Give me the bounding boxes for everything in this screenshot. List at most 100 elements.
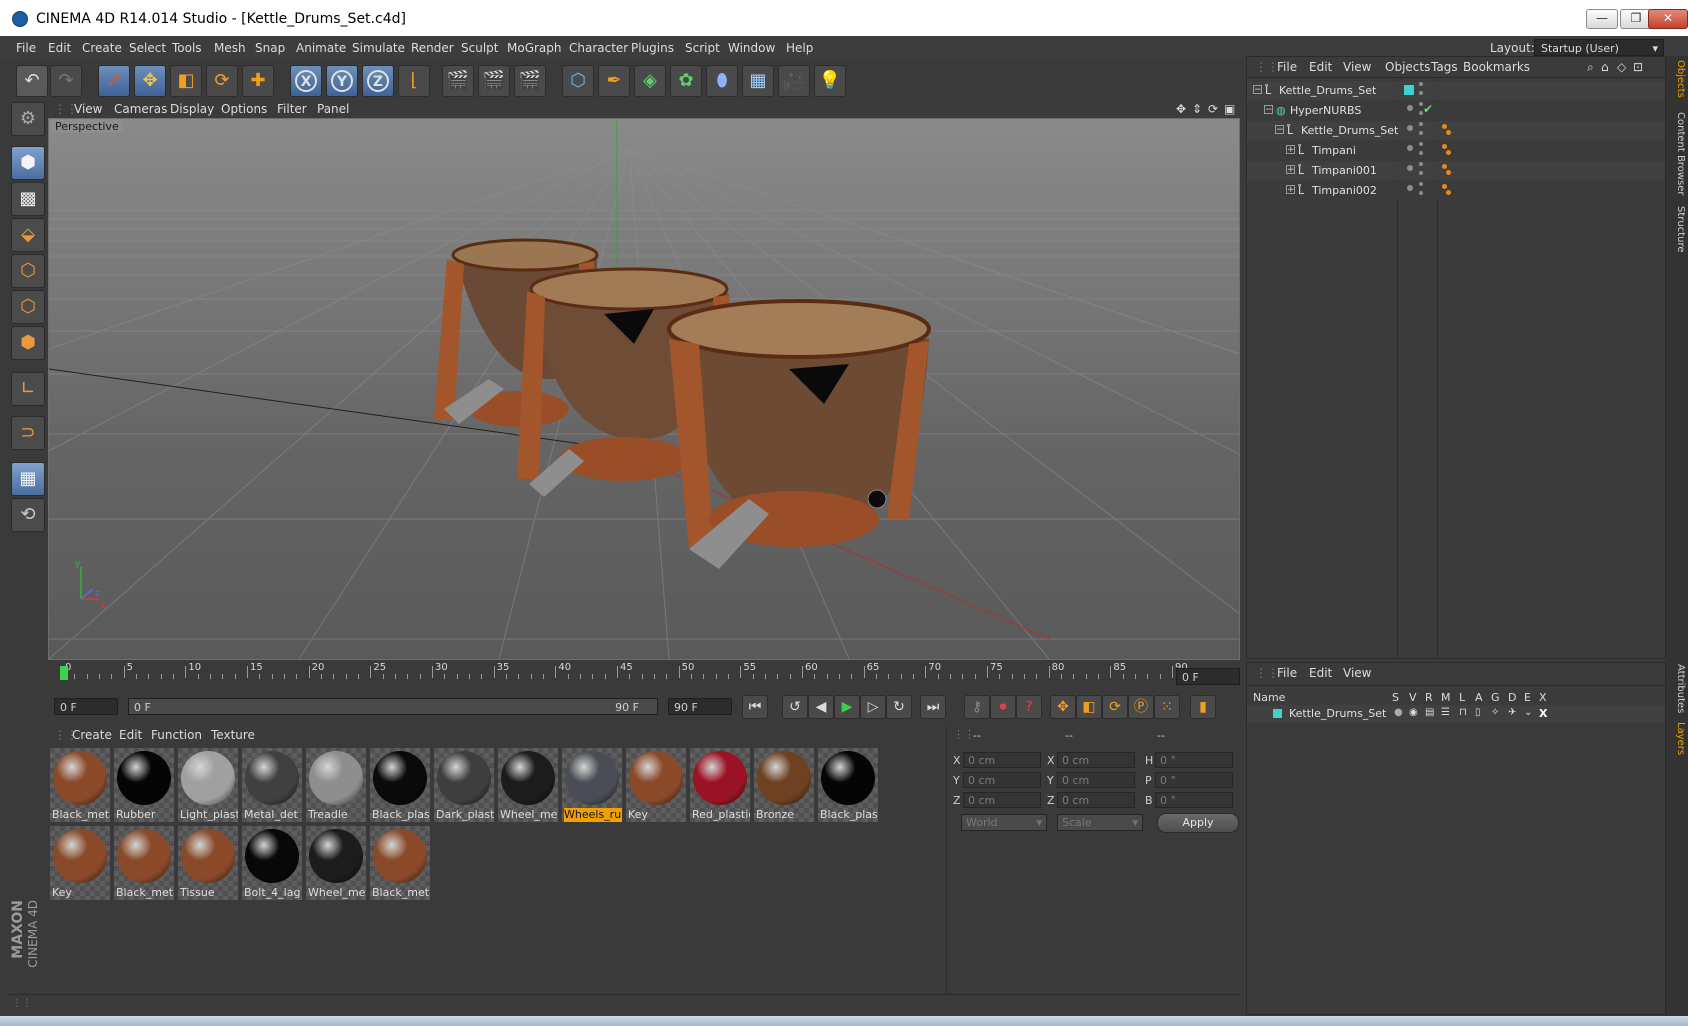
material-menu-function[interactable]: Function xyxy=(151,728,202,742)
y-axis-button[interactable]: Y xyxy=(326,65,358,97)
object-row[interactable]: + L̊ Timpani xyxy=(1247,141,1665,160)
timeline-window-button[interactable]: ▮ xyxy=(1190,695,1216,719)
go-to-end-button[interactable]: ⏭ xyxy=(920,695,946,719)
editor-visibility-dot[interactable] xyxy=(1407,125,1413,131)
menu-edit[interactable]: Edit xyxy=(48,41,71,55)
objects-menu-edit[interactable]: Edit xyxy=(1309,60,1332,74)
rotation-b-field[interactable]: 0 ° xyxy=(1155,792,1233,808)
xref-icon[interactable]: X xyxy=(1539,707,1547,720)
add-spline-button[interactable]: ✒ xyxy=(598,65,630,97)
layers-menu-file[interactable]: File xyxy=(1277,666,1297,680)
menu-window[interactable]: Window xyxy=(728,41,775,55)
help-key-button[interactable]: ? xyxy=(1016,695,1042,719)
snap-button[interactable]: ⊃ xyxy=(11,416,45,450)
layers-menu-view[interactable]: View xyxy=(1343,666,1371,680)
rotate-button[interactable]: ⟳ xyxy=(206,65,238,97)
texture-tag-icon[interactable] xyxy=(1442,184,1447,189)
material-swatch[interactable]: Dark_plasti xyxy=(434,748,494,822)
animation-icon[interactable]: ▯ xyxy=(1475,707,1481,718)
autokey-button[interactable]: ⏺ xyxy=(990,695,1016,719)
recent-tool-button[interactable]: ✚ xyxy=(242,65,274,97)
objects-menu-view[interactable]: View xyxy=(1343,60,1371,74)
new-panel-icon[interactable]: ⊡ xyxy=(1633,60,1643,74)
next-frame-button[interactable]: ▷ xyxy=(860,695,886,719)
previous-key-button[interactable]: ↺ xyxy=(782,695,808,719)
current-frame-field[interactable]: 0 F xyxy=(1176,668,1240,685)
tab-structure[interactable]: Structure xyxy=(1668,206,1686,253)
enabled-check-icon[interactable]: ✔ xyxy=(1423,102,1433,116)
key-scale-button[interactable]: ◧ xyxy=(1076,695,1102,719)
tab-content-browser[interactable]: Content Browser xyxy=(1668,112,1686,195)
viewport-menu-cameras[interactable]: Cameras xyxy=(114,102,167,116)
texture-mode-button[interactable]: ▩ xyxy=(11,182,45,216)
expand-toggle-icon[interactable]: + xyxy=(1286,145,1295,155)
material-swatch[interactable]: Key xyxy=(50,826,110,900)
move-button[interactable]: ✥ xyxy=(134,65,166,97)
material-swatch[interactable]: Red_plastic xyxy=(690,748,750,822)
editor-visibility-dot[interactable] xyxy=(1407,165,1413,171)
rotation-p-field[interactable]: 0 ° xyxy=(1155,772,1233,788)
expand-toggle-icon[interactable]: + xyxy=(1286,165,1295,175)
world-select[interactable]: World ▾ xyxy=(961,814,1047,831)
z-axis-button[interactable]: Z xyxy=(362,65,394,97)
layout-select[interactable]: Startup (User) ▾ xyxy=(1534,39,1664,56)
planar-workplane-button[interactable]: ⟲ xyxy=(11,498,45,532)
add-array-button[interactable]: ✿ xyxy=(670,65,702,97)
add-nurbs-button[interactable]: ◈ xyxy=(634,65,666,97)
viewport-menu-panel[interactable]: Panel xyxy=(317,102,349,116)
size-x-field[interactable]: 0 cm xyxy=(1057,752,1135,768)
material-swatch[interactable]: Wheel_met xyxy=(306,826,366,900)
material-swatch[interactable]: Bolt_4_lag xyxy=(242,826,302,900)
tab-attributes[interactable]: Attributes xyxy=(1668,664,1686,713)
key-parameter-button[interactable]: Ⓟ xyxy=(1128,695,1154,719)
texture-tag-icon[interactable] xyxy=(1442,124,1447,129)
material-swatch[interactable]: Wheel_met xyxy=(498,748,558,822)
material-swatch[interactable]: Bronze xyxy=(754,748,814,822)
axis-mode-button[interactable]: ∟ xyxy=(11,372,45,406)
objects-menu-bookmarks[interactable]: Bookmarks xyxy=(1463,60,1530,74)
menu-create[interactable]: Create xyxy=(82,41,122,55)
add-light-button[interactable]: 💡 xyxy=(814,65,846,97)
min-time-field[interactable]: 0 F xyxy=(54,698,118,715)
menu-script[interactable]: Script xyxy=(685,41,720,55)
workplane-lock-button[interactable]: ▦ xyxy=(11,462,45,496)
timeline-playhead[interactable] xyxy=(60,666,68,680)
object-row[interactable]: + L̊ Timpani001 xyxy=(1247,161,1665,180)
material-swatch[interactable]: Tissue xyxy=(178,826,238,900)
editor-visibility-dot[interactable] xyxy=(1407,185,1413,191)
tab-layers[interactable]: Layers xyxy=(1668,722,1686,755)
apply-button[interactable]: Apply xyxy=(1157,813,1239,833)
material-menu-texture[interactable]: Texture xyxy=(211,728,255,742)
editor-visibility-dot[interactable] xyxy=(1407,145,1413,151)
play-button[interactable]: ▶ xyxy=(834,695,860,719)
make-editable-button[interactable]: ⚙ xyxy=(11,102,45,136)
render-visibility-dot-lower[interactable] xyxy=(1419,171,1423,175)
menu-tools[interactable]: Tools xyxy=(172,41,202,55)
expressions-icon[interactable]: ⌄ xyxy=(1524,707,1532,718)
render-icon[interactable]: ▤ xyxy=(1425,707,1434,718)
pan-view-icon[interactable]: ✥ xyxy=(1176,102,1186,116)
go-to-start-button[interactable]: ⏮ xyxy=(742,695,768,719)
object-row[interactable]: + L̊ Timpani002 xyxy=(1247,181,1665,200)
material-swatch[interactable]: Key xyxy=(626,748,686,822)
scale-button[interactable]: ◧ xyxy=(170,65,202,97)
object-row[interactable]: − ◍ HyperNURBS ✔ xyxy=(1247,101,1665,120)
position-y-field[interactable]: 0 cm xyxy=(963,772,1041,788)
menu-plugins[interactable]: Plugins xyxy=(631,41,674,55)
viewport-menu-filter[interactable]: Filter xyxy=(277,102,307,116)
editor-visibility-dot[interactable] xyxy=(1407,105,1413,111)
material-swatch[interactable]: Black_meta xyxy=(370,826,430,900)
render-visibility-dot-lower[interactable] xyxy=(1419,131,1423,135)
manager-icon[interactable]: ☰ xyxy=(1441,707,1450,718)
perspective-viewport[interactable]: Perspective y x z xyxy=(48,118,1240,660)
minimize-button[interactable]: — xyxy=(1586,9,1618,29)
material-swatch[interactable]: Black_meta xyxy=(50,748,110,822)
menu-mograph[interactable]: MoGraph xyxy=(507,41,562,55)
menu-help[interactable]: Help xyxy=(786,41,813,55)
menu-render[interactable]: Render xyxy=(411,41,454,55)
model-mode-button[interactable]: ⬢ xyxy=(11,146,45,180)
view-eye-icon[interactable]: ◉ xyxy=(1409,707,1418,718)
add-floor-button[interactable]: ▦ xyxy=(742,65,774,97)
workplane-mode-button[interactable]: ⬙ xyxy=(11,218,45,252)
x-axis-button[interactable]: X xyxy=(290,65,322,97)
